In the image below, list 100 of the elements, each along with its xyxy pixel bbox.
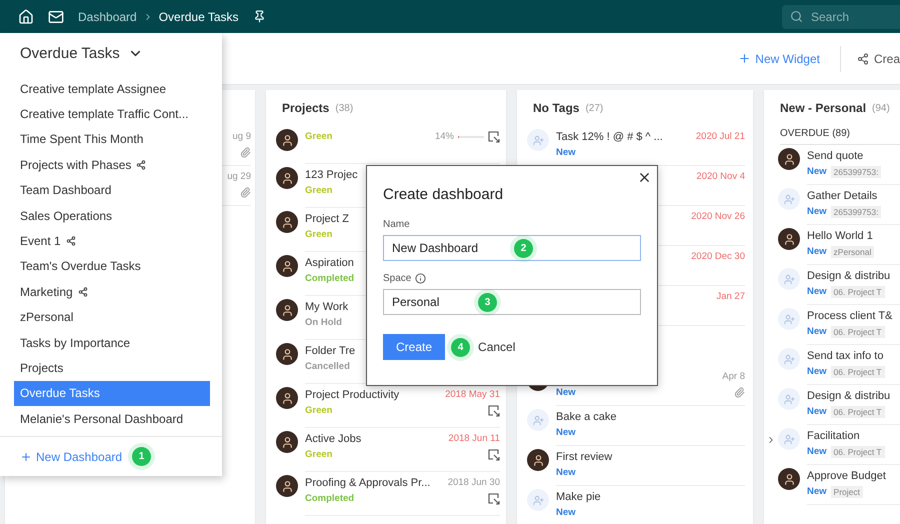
breadcrumb-link[interactable]: Dashboard bbox=[78, 10, 137, 24]
status-label: New bbox=[807, 406, 827, 417]
task-title[interactable]: My Work bbox=[305, 300, 348, 312]
project-tag: 265399753: bbox=[830, 166, 882, 178]
status-label: New bbox=[807, 286, 827, 297]
task-title[interactable]: Project Z bbox=[305, 212, 350, 224]
task-title[interactable]: Aspiration bbox=[305, 256, 354, 268]
status-label: New bbox=[807, 166, 827, 177]
task-title[interactable]: Active Jobs bbox=[305, 432, 362, 444]
status-label: Green bbox=[305, 405, 332, 416]
task-title[interactable]: Facilitation bbox=[807, 430, 860, 442]
close-icon bbox=[637, 170, 652, 185]
task-title[interactable]: Design & distribu bbox=[807, 270, 890, 282]
project-tag: 06. Project T bbox=[830, 406, 885, 418]
project-tag: 06. Project T bbox=[830, 286, 885, 298]
dashboard-item[interactable]: Melanie's Personal Dashboard bbox=[14, 406, 210, 432]
widget-title: New - Personal bbox=[780, 101, 866, 115]
due-date: Apr 8 bbox=[722, 371, 745, 382]
home-icon[interactable] bbox=[18, 8, 34, 24]
due-date: 2020 Jul 21 bbox=[696, 131, 745, 142]
create-button[interactable]: Create bbox=[383, 334, 446, 360]
due-date: 2020 Nov 26 bbox=[691, 211, 745, 222]
dashboard-item[interactable]: Team Dashboard bbox=[14, 178, 210, 203]
group-label: OVERDUE (89) bbox=[780, 126, 900, 145]
dashboard-item[interactable]: Tasks by Importance bbox=[14, 330, 210, 356]
dashboard-item[interactable]: Time Spent This Month bbox=[14, 126, 210, 152]
dashboard-item[interactable]: Team's Overdue Tasks bbox=[14, 254, 210, 280]
step-badge: 4 bbox=[451, 338, 470, 356]
cancel-button[interactable]: Cancel bbox=[476, 336, 518, 358]
task-title[interactable]: First review bbox=[556, 450, 612, 462]
status-label: New bbox=[556, 147, 576, 158]
widget-title: No Tags bbox=[533, 101, 580, 115]
status-label: New bbox=[556, 387, 576, 398]
search-field[interactable]: Search bbox=[782, 4, 900, 28]
task-title[interactable]: 123 Projec bbox=[305, 168, 358, 180]
due-date: 2020 Dec 30 bbox=[691, 251, 745, 262]
share-icon bbox=[856, 52, 869, 64]
dashboard-item[interactable]: Sales Operations bbox=[14, 202, 210, 228]
due-date: ug 9 bbox=[232, 131, 251, 142]
search-placeholder: Search bbox=[811, 10, 850, 24]
project-tag: 265399753: bbox=[830, 206, 882, 218]
task-title[interactable]: Make pie bbox=[556, 490, 601, 502]
item-count: (38) bbox=[335, 102, 354, 114]
due-date: Jan 27 bbox=[716, 291, 745, 302]
task-title[interactable]: Gather Details bbox=[807, 190, 878, 202]
task-title[interactable]: Folder Tre bbox=[305, 344, 356, 356]
export-icon[interactable] bbox=[488, 448, 500, 460]
project-tag: Project bbox=[830, 486, 864, 498]
due-date: ug 29 bbox=[227, 171, 251, 182]
due-date: 2018 May 31 bbox=[445, 389, 500, 400]
status-label: New bbox=[807, 486, 827, 497]
field-label: Space bbox=[383, 273, 412, 284]
status-label: Completed bbox=[305, 493, 354, 504]
export-icon[interactable] bbox=[488, 404, 500, 416]
task-title[interactable]: Send tax info to bbox=[807, 350, 884, 362]
dashboard-item[interactable]: Marketing bbox=[14, 279, 210, 305]
info-icon[interactable] bbox=[415, 273, 426, 284]
dashboard-item[interactable]: Projects bbox=[14, 355, 210, 381]
project-tag: 06. Project T bbox=[830, 446, 885, 458]
export-icon[interactable] bbox=[488, 492, 500, 504]
widget-title: Projects bbox=[282, 101, 330, 115]
task-title[interactable]: Process client T& bbox=[807, 310, 892, 322]
export-icon[interactable] bbox=[488, 130, 500, 142]
status-label: Green bbox=[305, 131, 332, 142]
project-tag: zPersonal bbox=[830, 246, 874, 258]
task-title[interactable]: Design & distribu bbox=[807, 390, 890, 402]
task-title[interactable]: Project Productivity bbox=[305, 388, 400, 400]
new-dashboard-button[interactable]: New Dashboard bbox=[20, 446, 122, 468]
task-title[interactable]: Proofing & Approvals Pr... bbox=[305, 476, 430, 488]
task-title[interactable]: Hello World 1 bbox=[807, 230, 873, 242]
new-widget-button[interactable]: New Widget bbox=[732, 48, 826, 70]
due-date: 2018 Jun 30 bbox=[448, 477, 500, 488]
due-date: 2018 Jun 11 bbox=[448, 433, 500, 444]
plus-icon bbox=[20, 450, 32, 462]
progress-percent: 14% bbox=[434, 131, 454, 142]
dashboard-item[interactable]: Creative template Traffic Cont... bbox=[14, 101, 210, 127]
status-label: Green bbox=[305, 185, 332, 196]
status-label: Cancelled bbox=[305, 361, 350, 372]
dashboard-title[interactable]: Overdue Tasks bbox=[0, 33, 163, 76]
plus-icon bbox=[738, 52, 752, 65]
status-label: New bbox=[807, 206, 827, 217]
mail-icon[interactable] bbox=[48, 8, 64, 24]
task-title[interactable]: Send quote bbox=[807, 150, 864, 162]
task-title[interactable]: Task 12% ! @ # $ ^ ... bbox=[556, 130, 663, 142]
status-label: Green bbox=[305, 449, 332, 460]
dashboard-item[interactable]: zPersonal bbox=[14, 304, 210, 330]
pin-icon[interactable] bbox=[252, 10, 266, 23]
dashboard-item[interactable]: Event 1 bbox=[14, 228, 210, 254]
task-title[interactable]: Bake a cake bbox=[556, 410, 617, 422]
breadcrumb-link[interactable]: Overdue Tasks bbox=[158, 10, 239, 24]
project-tag: 06. Project T bbox=[830, 366, 885, 378]
task-title[interactable]: Approve Budget bbox=[807, 470, 886, 482]
dashboard-item[interactable]: Creative template Assignee bbox=[14, 76, 210, 102]
status-label: New bbox=[807, 366, 827, 377]
status-label: New bbox=[807, 446, 827, 457]
share-button[interactable]: Crea bbox=[852, 48, 900, 70]
item-count: (27) bbox=[585, 102, 604, 114]
dashboard-item[interactable]: Overdue Tasks bbox=[14, 380, 210, 406]
dashboard-item[interactable]: Projects with Phases bbox=[14, 152, 210, 178]
due-date: 2020 Nov 4 bbox=[696, 171, 745, 182]
